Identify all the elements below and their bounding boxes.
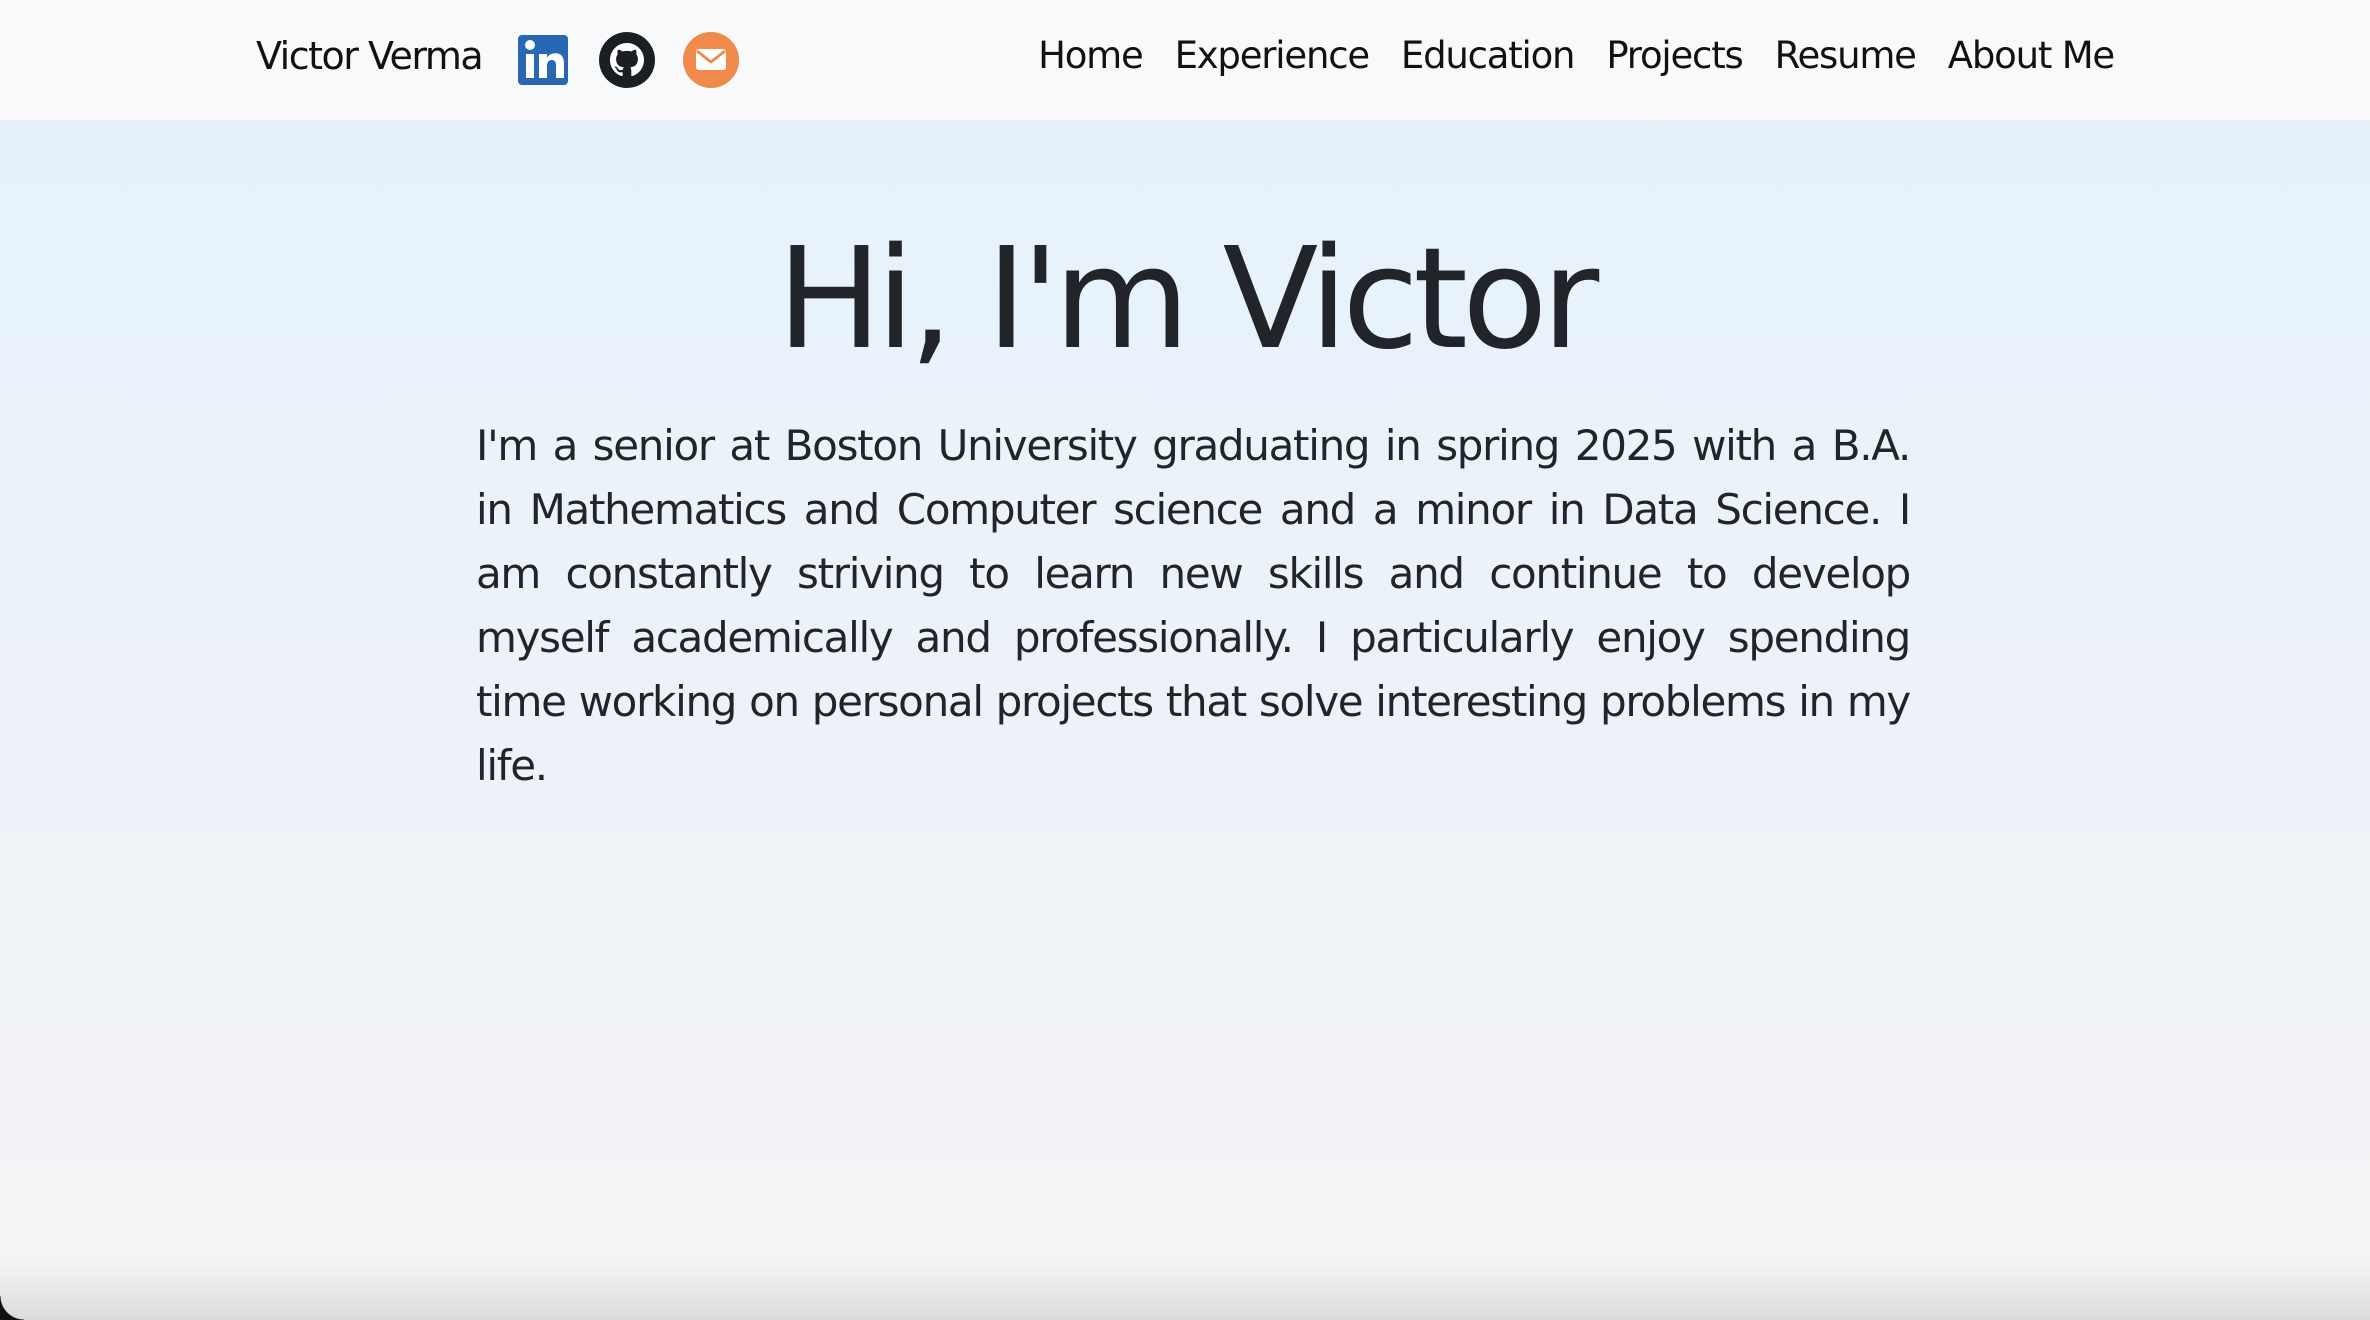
github-link[interactable] [598, 31, 656, 89]
hero-title: Hi, I'm Victor [776, 218, 1600, 381]
main-nav: Home Experience Education Projects Resum… [1006, 34, 2115, 77]
nav-experience[interactable]: Experience [1175, 34, 1371, 77]
nav-home[interactable]: Home [1038, 34, 1144, 77]
window-corner [0, 1296, 24, 1320]
brand-link[interactable]: Victor Verma [256, 34, 484, 78]
top-navbar: Victor Verma Home Experience Education P… [0, 0, 2370, 120]
github-icon [598, 31, 656, 89]
linkedin-icon [516, 31, 574, 89]
linkedin-link[interactable] [516, 31, 574, 89]
nav-projects[interactable]: Projects [1606, 34, 1743, 77]
nav-about-me[interactable]: About Me [1948, 34, 2115, 77]
nav-resume[interactable]: Resume [1775, 34, 1917, 77]
hero-intro-paragraph: I'm a senior at Boston University gradua… [476, 421, 1911, 790]
nav-education[interactable]: Education [1401, 34, 1576, 77]
bottom-shadow [0, 1260, 2370, 1320]
email-link[interactable] [682, 31, 740, 89]
email-icon [682, 31, 740, 89]
